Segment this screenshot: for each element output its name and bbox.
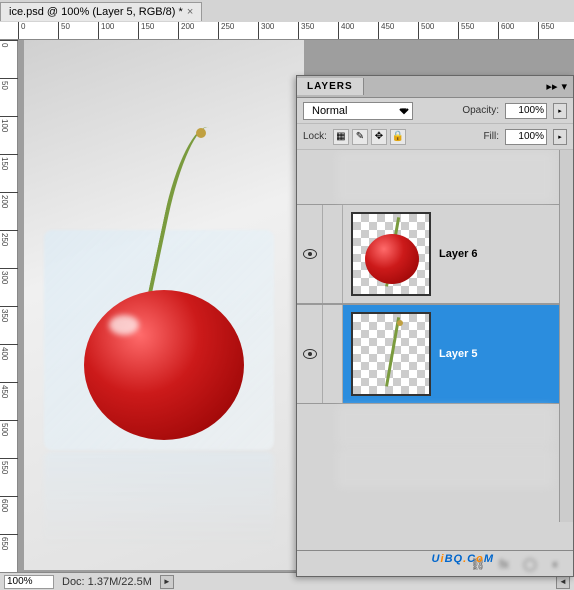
link-col[interactable]: [323, 305, 343, 403]
opacity-input[interactable]: [505, 103, 547, 119]
layer-thumbnail[interactable]: [351, 212, 431, 296]
layer-row[interactable]: Layer 6: [297, 204, 573, 304]
layer-name[interactable]: Layer 5: [439, 348, 573, 360]
adjustment-layer-icon[interactable]: ◐: [547, 556, 565, 572]
document-tab-bar: ice.psd @ 100% (Layer 5, RGB/8) * ×: [0, 0, 574, 22]
blend-mode-select[interactable]: Normal: [303, 102, 413, 120]
zoom-input[interactable]: [4, 575, 54, 589]
close-icon[interactable]: ×: [187, 6, 193, 18]
panel-menu-icon[interactable]: ▸▸: [546, 80, 557, 93]
cherry-graphic: [84, 290, 244, 440]
ice-reflection: [44, 452, 274, 548]
stem-tip: [196, 128, 206, 138]
lock-row: Lock: ▦ ✎ ✥ 🔒 Fill: ▸: [297, 124, 573, 150]
blend-row: Normal ▾ Opacity: ▸: [297, 98, 573, 124]
lock-transparency-icon[interactable]: ▦: [333, 129, 349, 145]
lock-label: Lock:: [303, 131, 327, 142]
layer-row-blurred: [337, 406, 553, 446]
layer-fx-icon[interactable]: fx: [495, 556, 513, 572]
opacity-label: Opacity:: [462, 105, 499, 116]
lock-pixels-icon[interactable]: ✎: [352, 129, 368, 145]
layer-row-selected[interactable]: Layer 5: [297, 304, 573, 404]
doc-size-label: Doc: 1.37M/22.5M: [62, 576, 152, 588]
panel-header: LAYERS ▸▸ ▾: [297, 76, 573, 98]
cherry-highlight: [109, 315, 139, 335]
layer-row-blurred: [337, 448, 553, 488]
fill-label: Fill:: [483, 131, 499, 142]
eye-icon: [303, 249, 317, 259]
vertical-ruler[interactable]: 0 50 100 150 200 250 300 350 400 450 500…: [0, 40, 18, 572]
layers-panel: LAYERS ▸▸ ▾ Normal ▾ Opacity: ▸ Lock: ▦ …: [296, 75, 574, 577]
blend-arrow-icon[interactable]: ▾: [401, 104, 407, 117]
layer-row-blurred: [337, 152, 553, 202]
lock-position-icon[interactable]: ✥: [371, 129, 387, 145]
horizontal-ruler[interactable]: 0 50 100 150 200 250 300 350 400 450 500…: [0, 22, 574, 40]
layers-tab[interactable]: LAYERS: [297, 78, 364, 95]
watermark: UiBQ.CoM: [432, 545, 494, 568]
fill-arrow-icon[interactable]: ▸: [553, 129, 567, 145]
document-title: ice.psd @ 100% (Layer 5, RGB/8) *: [9, 6, 183, 18]
link-col[interactable]: [323, 205, 343, 303]
eye-icon: [303, 349, 317, 359]
layer-name[interactable]: Layer 6: [439, 248, 573, 260]
layer-thumbnail[interactable]: [351, 312, 431, 396]
lock-all-icon[interactable]: 🔒: [390, 129, 406, 145]
visibility-toggle[interactable]: [297, 305, 323, 403]
fill-input[interactable]: [505, 129, 547, 145]
layer-list[interactable]: Layer 6 Layer 5: [297, 150, 573, 548]
layer-mask-icon[interactable]: ◯: [521, 556, 539, 572]
document-tab[interactable]: ice.psd @ 100% (Layer 5, RGB/8) * ×: [0, 2, 202, 21]
visibility-toggle[interactable]: [297, 205, 323, 303]
document-canvas[interactable]: [24, 40, 304, 570]
layers-scrollbar[interactable]: [559, 150, 573, 522]
scroll-right-icon[interactable]: ►: [160, 575, 174, 589]
panel-collapse-icon[interactable]: ▾: [561, 80, 567, 93]
opacity-arrow-icon[interactable]: ▸: [553, 103, 567, 119]
